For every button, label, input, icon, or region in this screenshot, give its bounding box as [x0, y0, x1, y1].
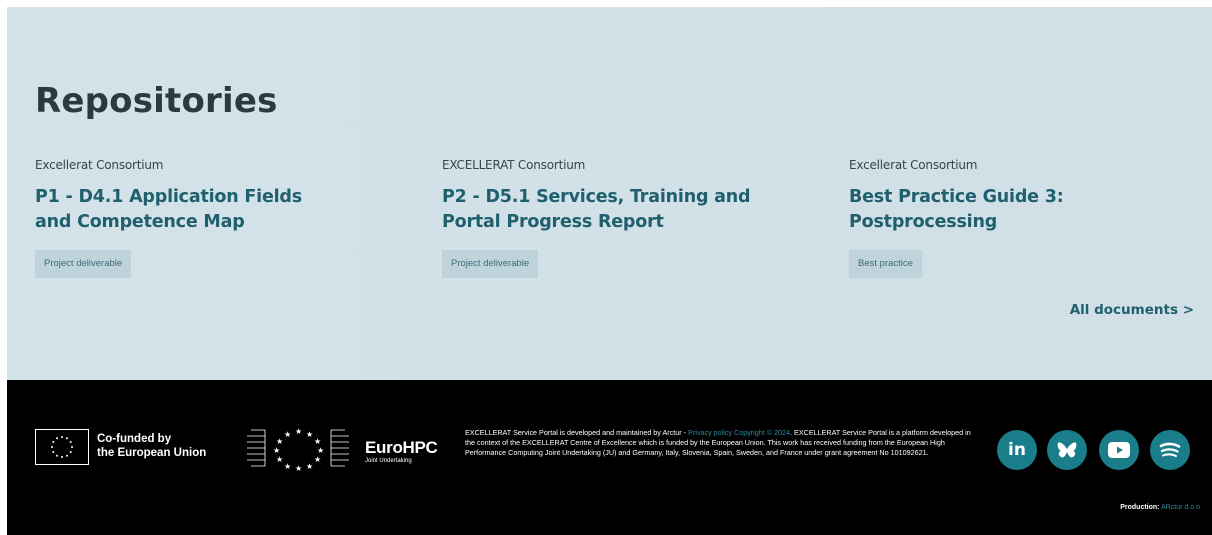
site-footer: Co-funded by the European Union ★ ★ ★ ★ …	[7, 380, 1212, 535]
svg-text:★: ★	[295, 427, 302, 436]
repositories-section: Repositories Excellerat Consortium P1 - …	[7, 7, 1212, 380]
eurohpc-subtitle: Joint Undertaking	[365, 458, 412, 464]
card-author: EXCELLERAT Consortium	[442, 158, 586, 172]
document-card[interactable]: EXCELLERAT Consortium P2 - D5.1 Services…	[442, 158, 802, 278]
linkedin-button[interactable]: in	[997, 430, 1037, 470]
page-title: Repositories	[35, 81, 278, 121]
eu-funding-text: Co-funded by the European Union	[97, 433, 207, 459]
document-card[interactable]: Excellerat Consortium Best Practice Guid…	[849, 158, 1209, 278]
card-tag[interactable]: Best practice	[849, 250, 922, 278]
eu-flag-icon	[35, 429, 89, 465]
card-tag[interactable]: Project deliverable	[35, 250, 132, 278]
linkedin-icon: in	[1008, 440, 1026, 460]
all-documents-link[interactable]: All documents >	[1070, 302, 1194, 318]
all-documents-label: All documents	[1069, 302, 1178, 318]
chevron-right-icon: >	[1182, 302, 1194, 318]
production-link[interactable]: ARctur d.o.o	[1161, 504, 1200, 511]
svg-text:★: ★	[284, 430, 291, 439]
svg-text:★: ★	[314, 437, 321, 446]
card-title-link[interactable]: P2 - D5.1 Services, Training and Portal …	[442, 185, 782, 235]
document-card[interactable]: Excellerat Consortium P1 - D4.1 Applicat…	[35, 158, 395, 278]
youtube-button[interactable]	[1099, 430, 1139, 470]
svg-text:★: ★	[295, 464, 302, 472]
footer-description: EXCELLERAT Service Portal is developed a…	[465, 428, 971, 457]
svg-text:★: ★	[273, 446, 280, 455]
copyright-link[interactable]: Copyright © 2024	[734, 428, 790, 437]
spotify-icon	[1159, 442, 1181, 457]
svg-text:★: ★	[317, 446, 324, 455]
card-tag[interactable]: Project deliverable	[442, 250, 539, 278]
bluesky-button[interactable]	[1047, 430, 1087, 470]
card-author: Excellerat Consortium	[35, 158, 164, 172]
card-author: Excellerat Consortium	[849, 158, 978, 172]
svg-text:★: ★	[276, 437, 283, 446]
eurohpc-logo-icon: ★ ★ ★ ★ ★ ★ ★ ★ ★ ★ ★ ★	[247, 427, 349, 472]
card-title-link[interactable]: Best Practice Guide 3: Postprocessing	[849, 185, 1209, 235]
eurohpc-name: EuroHPC	[365, 438, 438, 457]
youtube-icon	[1108, 442, 1130, 458]
spotify-button[interactable]	[1150, 430, 1190, 470]
privacy-policy-link[interactable]: Privacy policy	[688, 428, 732, 437]
svg-text:★: ★	[314, 455, 321, 464]
card-title-link[interactable]: P1 - D4.1 Application Fields and Compete…	[35, 185, 335, 235]
production-credit: Production: ARctur d.o.o	[1120, 504, 1200, 511]
bluesky-icon	[1057, 442, 1077, 458]
svg-text:★: ★	[306, 430, 313, 439]
svg-text:★: ★	[306, 462, 313, 471]
svg-text:★: ★	[284, 462, 291, 471]
svg-text:★: ★	[276, 455, 283, 464]
